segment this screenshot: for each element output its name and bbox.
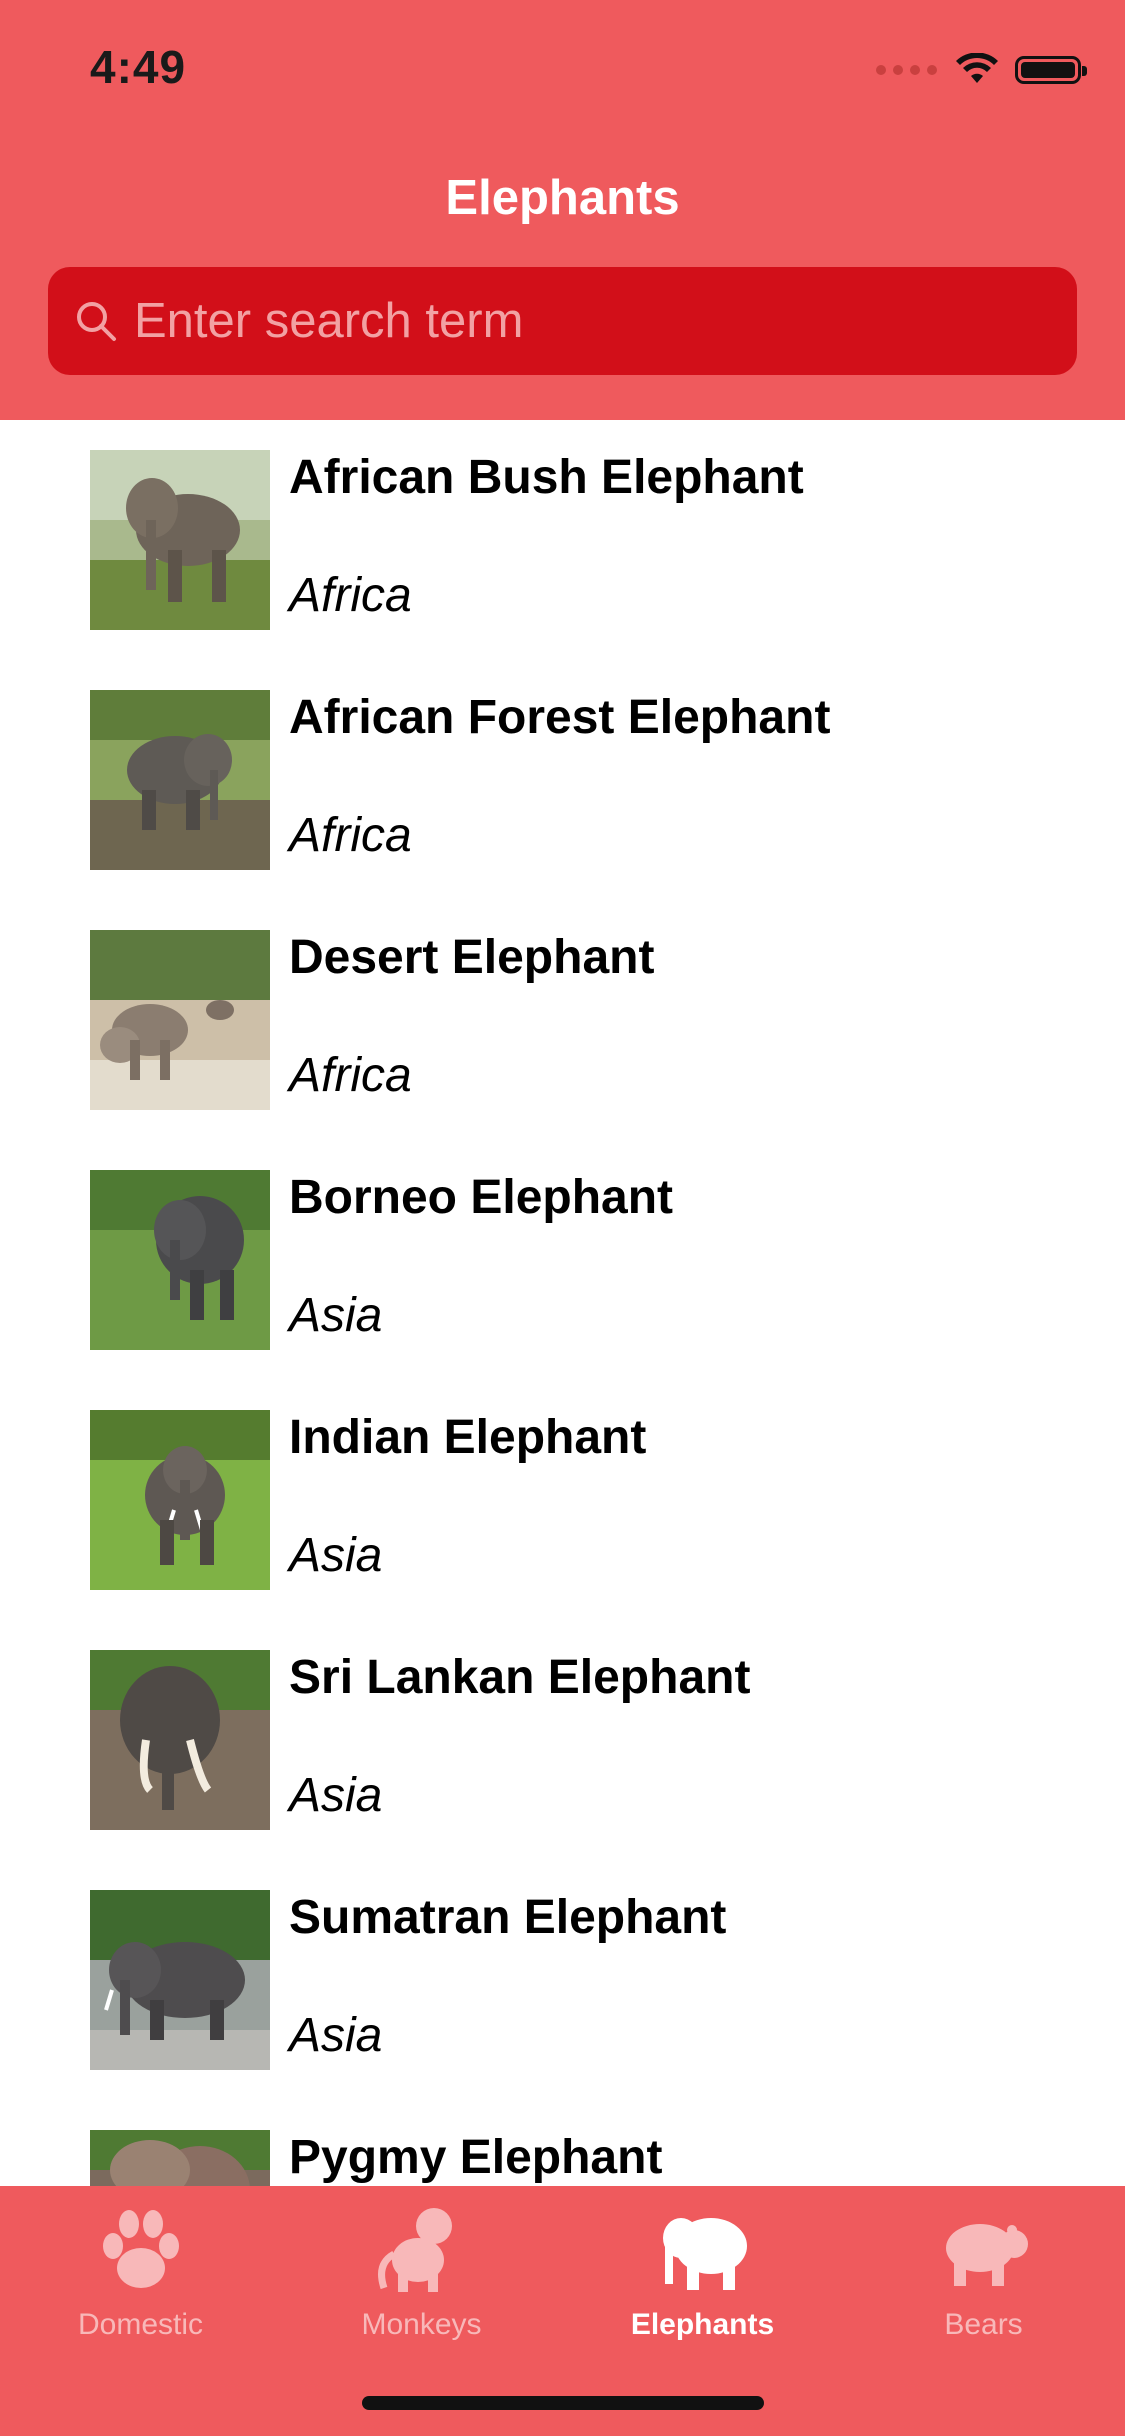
- elephant-thumbnail: [90, 1410, 270, 1590]
- bear-icon: [934, 2204, 1034, 2294]
- item-title: Indian Elephant: [289, 1411, 647, 1464]
- item-region: Africa: [289, 1049, 412, 1102]
- list-item[interactable]: Borneo Elephant Asia: [0, 1140, 1125, 1380]
- tab-label: Monkeys: [361, 2308, 482, 2341]
- list-item[interactable]: African Bush Elephant Africa: [0, 420, 1125, 660]
- list-item[interactable]: Desert Elephant Africa: [0, 900, 1125, 1140]
- wifi-icon: [956, 53, 998, 83]
- tab-label: Elephants: [630, 2308, 775, 2341]
- item-region: Asia: [289, 1529, 383, 1582]
- list-item[interactable]: Sri Lankan Elephant Asia: [0, 1620, 1125, 1860]
- list-item[interactable]: Indian Elephant Asia: [0, 1380, 1125, 1620]
- home-indicator[interactable]: [362, 2396, 764, 2410]
- paw-icon: [91, 2204, 191, 2294]
- navigation-header: 4:49 Elephants: [0, 0, 1125, 420]
- elephant-thumbnail: [90, 1650, 270, 1830]
- status-icons: [876, 50, 1087, 90]
- item-title: Sri Lankan Elephant: [289, 1651, 751, 1704]
- item-title: Borneo Elephant: [289, 1171, 674, 1224]
- item-region: Africa: [289, 569, 412, 622]
- elephant-thumbnail: [90, 930, 270, 1110]
- list-item[interactable]: Pygmy Elephant: [0, 2100, 1125, 2186]
- elephant-thumbnail: [90, 1170, 270, 1350]
- item-title: Sumatran Elephant: [289, 1891, 727, 1944]
- battery-icon: [1015, 56, 1087, 84]
- elephant-thumbnail: [90, 690, 270, 870]
- item-title: Pygmy Elephant: [289, 2131, 663, 2184]
- elephant-list[interactable]: African Bush Elephant Africa African For…: [0, 420, 1125, 2186]
- status-time: 4:49: [90, 41, 187, 93]
- item-title: African Forest Elephant: [289, 691, 831, 744]
- elephant-thumbnail: [90, 450, 270, 630]
- page-title: Elephants: [445, 171, 680, 225]
- tab-bears[interactable]: Bears: [843, 2204, 1124, 2354]
- item-region: Asia: [289, 1289, 383, 1342]
- item-region: Asia: [289, 2009, 383, 2062]
- elephant-thumbnail: [90, 2130, 270, 2186]
- tab-label: Bears: [944, 2308, 1023, 2341]
- tab-monkeys[interactable]: Monkeys: [281, 2204, 562, 2354]
- elephant-icon: [653, 2204, 753, 2294]
- search-input[interactable]: [134, 293, 1077, 349]
- tab-elephants[interactable]: Elephants: [562, 2204, 843, 2354]
- list-item[interactable]: Sumatran Elephant Asia: [0, 1860, 1125, 2100]
- monkey-icon: [372, 2204, 472, 2294]
- search-bar[interactable]: [48, 267, 1077, 375]
- cellular-signal-icon: [876, 65, 937, 75]
- elephant-thumbnail: [90, 1890, 270, 2070]
- search-icon: [68, 293, 124, 349]
- tab-domestic[interactable]: Domestic: [0, 2204, 281, 2354]
- item-region: Africa: [289, 809, 412, 862]
- item-title: Desert Elephant: [289, 931, 655, 984]
- tab-label: Domestic: [77, 2308, 204, 2341]
- list-item[interactable]: African Forest Elephant Africa: [0, 660, 1125, 900]
- item-title: African Bush Elephant: [289, 451, 804, 504]
- item-region: Asia: [289, 1769, 383, 1822]
